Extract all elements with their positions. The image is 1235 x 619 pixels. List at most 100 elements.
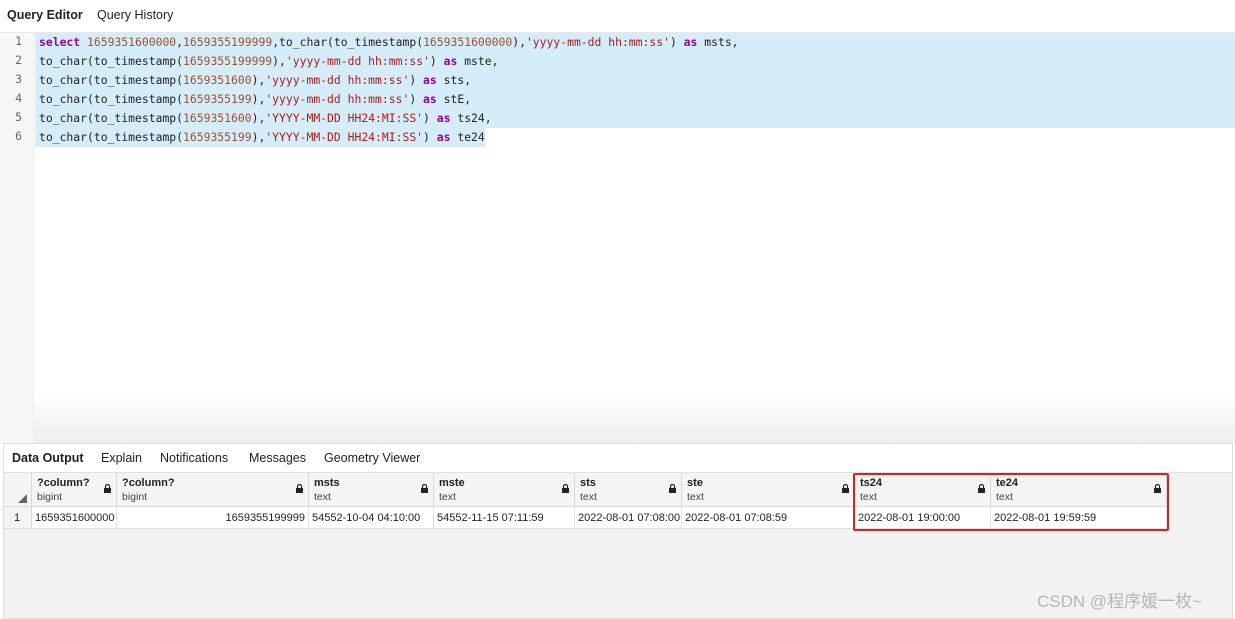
code-token-plain: ), xyxy=(512,35,526,49)
code-token-plain: to_char(to_timestamp( xyxy=(39,111,184,125)
code-token-kw: as xyxy=(443,54,458,68)
column-name: mste xyxy=(439,477,465,489)
code-token-plain: to_char(to_timestamp( xyxy=(39,92,184,106)
code-line[interactable]: to_char(to_timestamp(1659351600),'YYYY-M… xyxy=(35,109,1235,128)
column-type: text xyxy=(996,491,1013,503)
code-line[interactable]: to_char(to_timestamp(1659355199),'YYYY-M… xyxy=(35,128,485,147)
column-name: ?column? xyxy=(122,477,175,489)
code-token-num: 1659355199999 xyxy=(183,54,273,68)
line-number: 4 xyxy=(15,91,22,105)
line-number: 5 xyxy=(15,110,22,124)
column-header[interactable]: te24 text xyxy=(991,473,1167,507)
code-token-plain: to_char(to_timestamp( xyxy=(39,130,184,144)
code-token-plain: ) xyxy=(423,111,437,125)
select-all-icon xyxy=(18,494,27,503)
code-token-plain: ) xyxy=(409,92,424,106)
line-number: 6 xyxy=(15,129,22,143)
table-cell[interactable]: 1659351600000 xyxy=(32,507,117,529)
watermark: CSDN @程序媛一枚~ xyxy=(1037,592,1203,611)
column-name: ?column? xyxy=(37,477,90,489)
column-name: sts xyxy=(580,477,596,489)
code-token-str: 'yyyy-mm-dd hh:mm:ss' xyxy=(525,35,670,49)
code-line[interactable]: to_char(to_timestamp(1659355199999),'yyy… xyxy=(35,52,1235,71)
code-token-plain: ), xyxy=(251,92,266,106)
column-header[interactable]: sts text xyxy=(575,473,682,507)
query-editor[interactable]: 1 2 3 4 5 6 select 1659351600000,1659355… xyxy=(0,33,1235,443)
code-token-plain: ), xyxy=(251,130,266,144)
code-token-num: 1659355199 xyxy=(183,92,252,106)
code-token-num: 1659355199 xyxy=(183,130,252,144)
code-token-plain: ts24, xyxy=(450,111,492,125)
code-token-kw: as xyxy=(423,73,437,87)
code-token-plain: ) xyxy=(409,73,424,87)
table-cell[interactable]: 54552-11-15 07:11:59 xyxy=(434,507,575,529)
code-token-str: 'yyyy-mm-dd hh:mm:ss' xyxy=(285,54,430,68)
column-header[interactable]: ste text xyxy=(682,473,855,507)
column-name: ste xyxy=(687,477,703,489)
code-token-plain: to_char(to_timestamp( xyxy=(39,73,184,87)
table-cell[interactable]: 1659355199999 xyxy=(117,507,309,529)
column-header[interactable]: ?column? bigint xyxy=(32,473,117,507)
code-token-plain: sts, xyxy=(436,73,472,87)
table-cell[interactable]: 2022-08-01 07:08:00 xyxy=(575,507,682,529)
tab-explain[interactable]: Explain xyxy=(101,451,142,465)
column-header[interactable]: ?column? bigint xyxy=(117,473,309,507)
table-cell[interactable]: 2022-08-01 19:00:00 xyxy=(855,507,991,529)
code-token-plain: ), xyxy=(251,111,266,125)
column-header[interactable]: mste text xyxy=(434,473,575,507)
code-token-plain: te24 xyxy=(450,130,485,144)
code-token-str: 'yyyy-mm-dd hh:mm:ss' xyxy=(265,92,410,106)
tab-data-output[interactable]: Data Output xyxy=(12,451,84,465)
line-number: 1 xyxy=(15,34,22,48)
column-type: bigint xyxy=(37,491,63,503)
editor-fade xyxy=(33,393,1235,443)
code-token-num: 1659351600000 xyxy=(87,35,177,49)
code-token-kw: as xyxy=(436,130,451,144)
tab-query-history[interactable]: Query History xyxy=(97,8,173,22)
code-line[interactable]: to_char(to_timestamp(1659355199),'yyyy-m… xyxy=(35,90,1235,109)
code-token-kw: select xyxy=(39,35,81,49)
column-name: ts24 xyxy=(860,477,883,489)
code-token-num: 1659351600 xyxy=(183,73,252,87)
code-token-num: 1659355199999 xyxy=(183,35,273,49)
code-token-plain: mste, xyxy=(457,54,499,68)
tab-messages[interactable]: Messages xyxy=(249,451,306,465)
grid-corner[interactable] xyxy=(4,473,32,507)
code-line[interactable]: select 1659351600000,1659355199999,to_ch… xyxy=(35,33,1235,52)
table-cell[interactable]: 2022-08-01 19:59:59 xyxy=(991,507,1167,529)
code-token-plain: ), xyxy=(251,73,266,87)
row-number[interactable]: 1 xyxy=(4,507,32,529)
code-token-str: 'YYYY-MM-DD HH24:MI:SS' xyxy=(265,130,424,144)
column-type: text xyxy=(687,491,704,503)
code-line[interactable]: to_char(to_timestamp(1659351600),'yyyy-m… xyxy=(35,71,1235,90)
column-type: bigint xyxy=(122,491,148,503)
code-token-plain: ,to_char(to_timestamp( xyxy=(272,35,424,49)
column-name: te24 xyxy=(996,477,1019,489)
lock-icon xyxy=(421,484,428,493)
code-token-num: 1659351600 xyxy=(183,111,252,125)
code-token-plain: stE, xyxy=(436,92,472,106)
code-token-plain: ) xyxy=(429,54,444,68)
column-type: text xyxy=(860,491,877,503)
code-token-str: 'yyyy-mm-dd hh:mm:ss' xyxy=(265,73,410,87)
lock-icon xyxy=(104,484,111,493)
tab-query-editor[interactable]: Query Editor xyxy=(7,8,83,22)
lock-icon xyxy=(842,484,849,493)
column-header[interactable]: ts24 text xyxy=(855,473,991,507)
column-header[interactable]: msts text xyxy=(309,473,434,507)
code-token-plain: ), xyxy=(272,54,286,68)
code-token-kw: as xyxy=(683,35,698,49)
column-type: text xyxy=(439,491,456,503)
code-token-str: 'YYYY-MM-DD HH24:MI:SS' xyxy=(265,111,424,125)
table-cell[interactable]: 2022-08-01 07:08:59 xyxy=(682,507,855,529)
tab-geometry-viewer[interactable]: Geometry Viewer xyxy=(324,451,420,465)
line-number-gutter: 1 2 3 4 5 6 xyxy=(0,33,34,443)
table-cell[interactable]: 54552-10-04 04:10:00 xyxy=(309,507,434,529)
column-name: msts xyxy=(314,477,340,489)
code-token-kw: as xyxy=(436,111,451,125)
code-token-plain: ) xyxy=(669,35,684,49)
tab-notifications[interactable]: Notifications xyxy=(160,451,228,465)
code-token-plain: , xyxy=(176,35,184,49)
lock-icon xyxy=(1154,484,1161,493)
